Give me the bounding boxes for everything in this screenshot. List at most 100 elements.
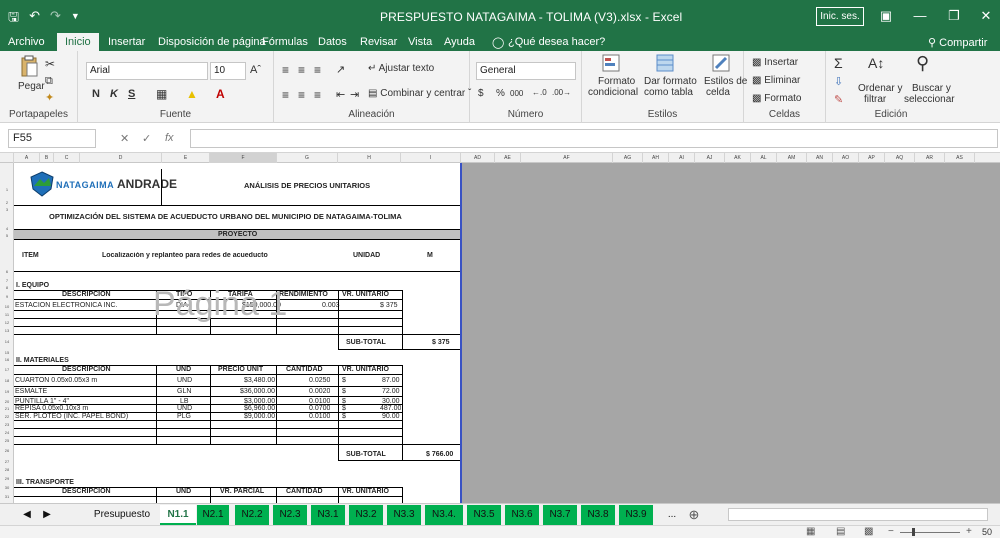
column-header[interactable]: I	[401, 153, 461, 163]
sheet-tab[interactable]: N3.4.	[425, 505, 463, 525]
format-table-label1[interactable]: Dar formato	[644, 76, 697, 87]
increase-indent-icon[interactable]: ⇥	[350, 88, 359, 101]
sheet-tab[interactable]: N3.7	[543, 505, 577, 525]
insert-cells-button[interactable]: ▩ Insertar	[752, 57, 798, 68]
sheet-tab[interactable]: N3.8	[581, 505, 615, 525]
row-header[interactable]: 24	[0, 430, 14, 435]
tell-me-box[interactable]: ¿Qué desea hacer?	[508, 36, 605, 48]
tab-archivo[interactable]: Archivo	[8, 36, 45, 48]
column-header[interactable]: AP	[859, 153, 885, 163]
number-format-select[interactable]: General	[476, 62, 576, 80]
tab-ayuda[interactable]: Ayuda	[444, 36, 475, 48]
page-break-preview-icon[interactable]: ▩	[864, 526, 873, 537]
sheet-tab[interactable]: N3.2	[349, 505, 383, 525]
conditional-format-label1[interactable]: Formato	[598, 76, 635, 87]
row-header[interactable]: 20	[0, 399, 14, 404]
scroll-right-icon[interactable]: ▶	[40, 505, 54, 525]
worksheet-page[interactable]: NATAGAIMA ANDRADE ANÁLISIS DE PRECIOS UN…	[14, 163, 461, 503]
row-header[interactable]: 31	[0, 494, 14, 499]
grow-font-icon[interactable]: Aˆ	[250, 64, 261, 76]
sheet-tab[interactable]: N2.2	[235, 505, 269, 525]
font-color-icon[interactable]: A	[216, 87, 225, 101]
sort-filter-label2[interactable]: filtrar	[864, 94, 886, 105]
row-header[interactable]: 15	[0, 350, 14, 355]
column-header[interactable]: AO	[833, 153, 859, 163]
increase-decimal-icon[interactable]: ←.0	[532, 88, 547, 97]
outside-print-area[interactable]	[461, 163, 1000, 503]
cut-icon[interactable]: ✂	[45, 57, 55, 71]
decrease-indent-icon[interactable]: ⇤	[336, 88, 345, 101]
fill-icon[interactable]: ⇩	[834, 75, 843, 88]
zoom-slider-thumb[interactable]	[912, 528, 916, 536]
paste-icon[interactable]	[20, 55, 38, 77]
find-select-icon[interactable]: ⚲	[916, 53, 929, 74]
percent-button[interactable]: %	[496, 88, 505, 99]
sort-filter-icon[interactable]: A↕	[868, 55, 884, 71]
sheet-tab[interactable]: N2.1	[197, 505, 229, 525]
row-header[interactable]: 25	[0, 438, 14, 443]
format-cells-button[interactable]: ▩ Formato	[752, 93, 801, 104]
maximize-button[interactable]: ❐	[944, 8, 964, 24]
row-header[interactable]: 28	[0, 467, 14, 472]
redo-icon[interactable]: ↷	[50, 8, 61, 30]
sheet-tab[interactable]: N2.3	[273, 505, 307, 525]
row-header[interactable]: 18	[0, 378, 14, 383]
zoom-out-icon[interactable]: −	[888, 526, 894, 537]
cell-styles-icon[interactable]	[712, 54, 730, 72]
minimize-button[interactable]: —	[910, 8, 930, 23]
sheet-tab[interactable]: N3.5	[467, 505, 501, 525]
column-header[interactable]: AN	[807, 153, 833, 163]
borders-icon[interactable]: ▦	[156, 87, 167, 101]
align-middle-icon[interactable]: ≡	[298, 63, 305, 77]
insert-function-icon[interactable]: fx	[165, 132, 174, 144]
tab-datos[interactable]: Datos	[318, 36, 347, 48]
column-header[interactable]: E	[162, 153, 210, 163]
zoom-slider[interactable]	[900, 532, 960, 533]
tab-vista[interactable]: Vista	[408, 36, 432, 48]
row-header[interactable]: 2	[0, 200, 14, 205]
customize-qat-icon[interactable]: ▼	[71, 8, 80, 30]
column-header[interactable]: H	[338, 153, 401, 163]
undo-icon[interactable]: ↶	[29, 8, 40, 30]
autosum-icon[interactable]: Σ	[834, 55, 843, 71]
clear-icon[interactable]: ✎	[834, 93, 843, 106]
row-header[interactable]: 19	[0, 389, 14, 394]
align-top-icon[interactable]: ≡	[282, 63, 289, 77]
column-header[interactable]: AS	[945, 153, 975, 163]
delete-cells-button[interactable]: ▩ Eliminar	[752, 75, 800, 86]
sheet-tab[interactable]: N3.1	[311, 505, 345, 525]
zoom-in-icon[interactable]: +	[966, 526, 972, 537]
cell-styles-label1[interactable]: Estilos de	[704, 76, 747, 87]
font-name-select[interactable]: Arial	[86, 62, 208, 80]
sheet-tab-active[interactable]: N1.1	[160, 505, 196, 525]
orientation-icon[interactable]: ↗	[336, 63, 345, 76]
select-all-corner[interactable]	[0, 153, 14, 163]
align-center-icon[interactable]: ≡	[298, 88, 305, 102]
sheet-tab[interactable]: Presupuesto	[86, 505, 158, 525]
thousands-button[interactable]: 000	[510, 89, 523, 98]
row-header[interactable]: 14	[0, 339, 14, 344]
row-header[interactable]: 23	[0, 422, 14, 427]
fill-color-icon[interactable]: ▲	[186, 87, 198, 101]
column-header[interactable]: AR	[915, 153, 945, 163]
align-right-icon[interactable]: ≡	[314, 88, 321, 102]
column-header[interactable]: AG	[613, 153, 643, 163]
conditional-format-label2[interactable]: condicional	[588, 87, 638, 98]
row-header[interactable]: 30	[0, 485, 14, 490]
align-bottom-icon[interactable]: ≡	[314, 63, 321, 77]
column-header[interactable]: D	[80, 153, 162, 163]
cancel-icon[interactable]: ✕	[120, 132, 129, 145]
column-header[interactable]: AD	[461, 153, 495, 163]
row-header[interactable]: 21	[0, 406, 14, 411]
row-header[interactable]: 29	[0, 476, 14, 481]
merge-center-button[interactable]: ▤ Combinar y centrar ˇ	[368, 88, 471, 99]
column-header[interactable]: AQ	[885, 153, 915, 163]
find-select-label2[interactable]: seleccionar	[904, 94, 955, 105]
column-header[interactable]: A	[14, 153, 40, 163]
row-header[interactable]: 8	[0, 285, 14, 290]
decrease-decimal-icon[interactable]: .00→	[552, 88, 571, 97]
row-header[interactable]: 27	[0, 459, 14, 464]
formula-input[interactable]	[190, 129, 998, 148]
scroll-left-icon[interactable]: ◀	[20, 505, 34, 525]
paste-label[interactable]: Pegar	[18, 81, 45, 92]
